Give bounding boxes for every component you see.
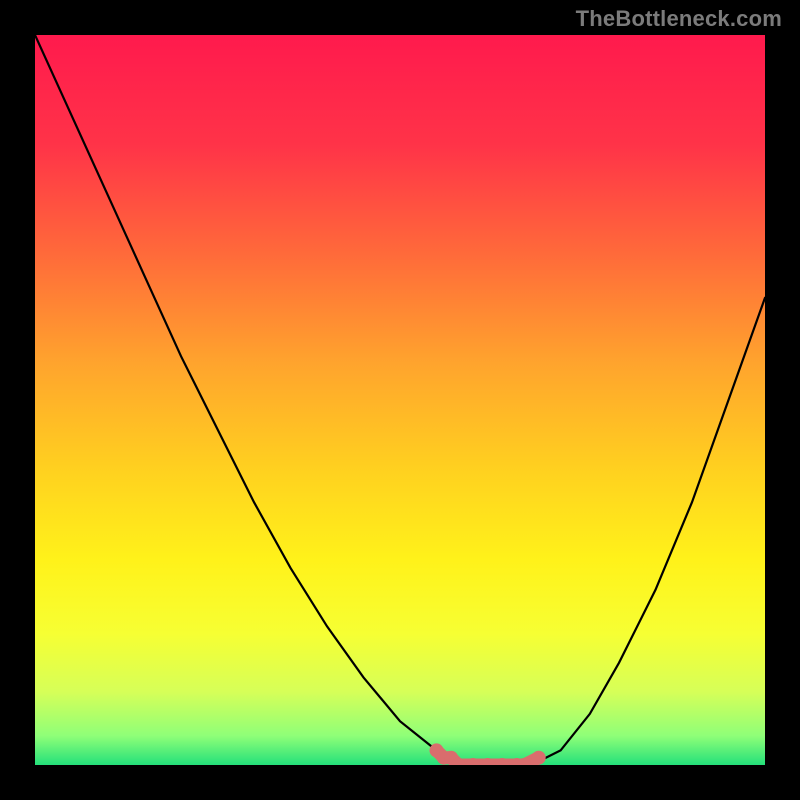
chart-frame: TheBottleneck.com [0,0,800,800]
bottleneck-curve [35,35,765,765]
watermark-text: TheBottleneck.com [576,6,782,32]
flat-region-highlight [430,743,546,765]
chart-plot [35,35,765,765]
highlight-dot [532,751,546,765]
